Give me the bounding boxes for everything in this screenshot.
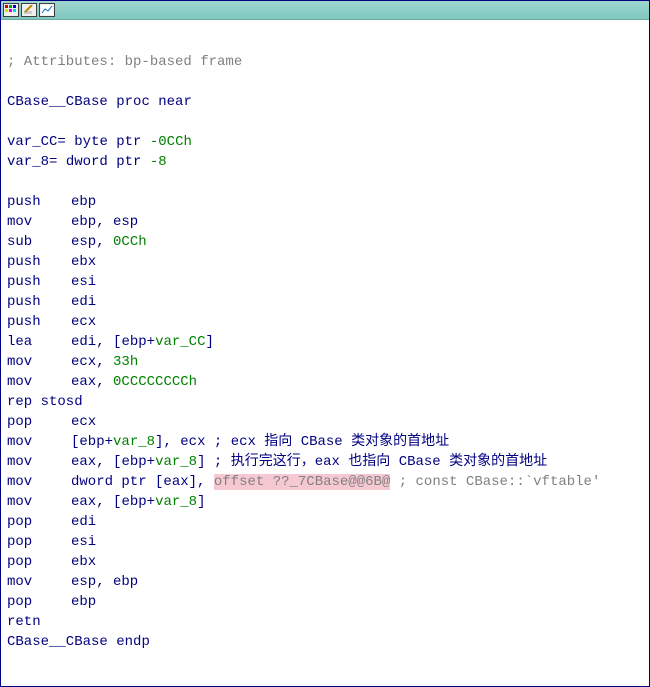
insn: popebx [7,554,96,570]
insn: moveax, [ebp+var_8] [7,494,205,510]
insn: movebp, esp [7,214,138,230]
insn: popesi [7,534,96,550]
proc-decl: CBase__CBase proc near [7,94,192,110]
insn: leaedi, [ebp+var_CC] [7,334,214,350]
var-decl-8: var_8= dword ptr -8 [7,154,167,170]
insn: mov[ebp+var_8], ecx ; ecx 指向 CBase 类对象的首… [7,434,449,450]
insn: popedi [7,514,96,530]
insn: retn [7,614,41,630]
proc-end: CBase__CBase endp [7,634,150,650]
highlighted-operand: offset ??_7CBase@@6B@ [214,474,390,490]
palette-icon[interactable] [3,3,19,17]
insn: rep stosd [7,394,83,410]
var-decl-cc: var_CC= byte ptr -0CCh [7,134,192,150]
insn-highlight: movdword ptr [eax], offset ??_7CBase@@6B… [7,474,600,490]
insn: moveax, [ebp+var_8] ; 执行完这行，eax 也指向 CBas… [7,454,547,470]
insn: pushebx [7,254,96,270]
insn: moveax, 0CCCCCCCCh [7,374,197,390]
edit-icon[interactable] [21,3,37,17]
insn: popecx [7,414,96,430]
blank-line [7,34,15,50]
insn: pushebp [7,194,96,210]
insn: popebp [7,594,96,610]
attributes-comment: ; Attributes: bp-based frame [7,54,242,70]
insn: pushesi [7,274,96,290]
insn: movesp, ebp [7,574,138,590]
insn: pushedi [7,294,96,310]
insn: movecx, 33h [7,354,138,370]
window-titlebar [1,1,649,20]
insn: subesp, 0CCh [7,234,147,250]
insn: pushecx [7,314,96,330]
graph-icon[interactable] [39,3,55,17]
disassembly-view[interactable]: ; Attributes: bp-based frame CBase__CBas… [1,20,649,658]
